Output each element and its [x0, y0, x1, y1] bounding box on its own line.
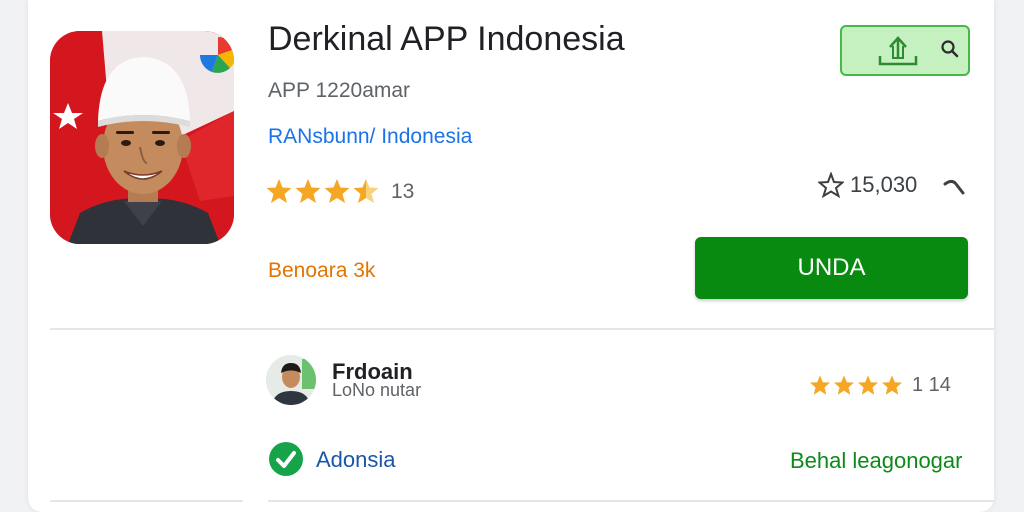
- badge-label[interactable]: Adonsia: [316, 447, 396, 473]
- favorite-number: 15,030: [850, 172, 918, 197]
- avatar[interactable]: [266, 355, 316, 405]
- reviewer-subtitle: LoNo nutar: [332, 380, 422, 400]
- divider: [268, 500, 994, 502]
- curl-arrow-icon[interactable]: [942, 176, 966, 203]
- app-title: Derkinal APP Indonesia: [268, 20, 625, 58]
- app-icon[interactable]: [50, 31, 234, 244]
- check-badge-icon: [268, 441, 304, 482]
- star-outline-icon[interactable]: [818, 172, 844, 198]
- review-rating: 1 14: [810, 374, 951, 397]
- app-rating: 13: [266, 178, 414, 206]
- right-link[interactable]: Behal leagonogar: [790, 448, 962, 474]
- app-subtitle: APP 1220amar: [268, 79, 411, 102]
- review-stars-icon: [810, 375, 902, 395]
- developer-link[interactable]: RANsbunn/ Indonesia: [268, 125, 472, 149]
- search-icon: [940, 39, 960, 64]
- rating-stars-icon: [266, 179, 379, 203]
- install-button[interactable]: UNDA: [695, 237, 968, 299]
- divider: [50, 500, 243, 502]
- upload-icon: [876, 34, 920, 75]
- review-count: 1 14: [912, 374, 951, 396]
- favorite-count[interactable]: 15,030: [818, 172, 917, 198]
- size-label: Benoara 3k: [268, 259, 376, 282]
- share-button[interactable]: [840, 25, 970, 76]
- rating-count: 13: [391, 180, 415, 203]
- divider: [50, 328, 994, 330]
